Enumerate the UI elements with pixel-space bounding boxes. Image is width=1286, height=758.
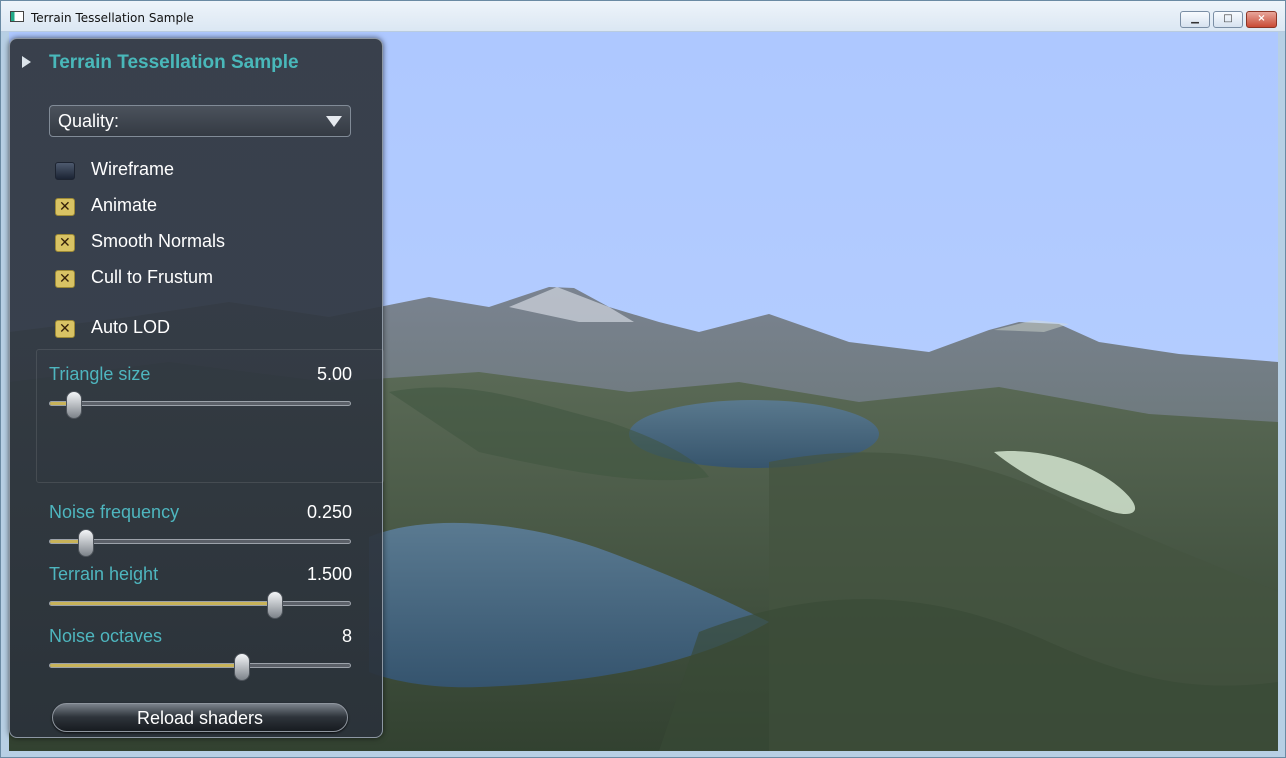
smooth-normals-label: Smooth Normals [91, 231, 226, 251]
quality-dropdown[interactable]: Quality: [49, 105, 351, 137]
terrain-height-fill [50, 602, 275, 605]
reload-shaders-button[interactable]: Reload shaders [52, 703, 348, 732]
reload-shaders-label: Reload shaders [136, 708, 264, 728]
panel-title: Terrain Tessellation Sample [49, 52, 299, 73]
settings-panel: Terrain Tessellation Sample Quality: Wir… [9, 38, 384, 738]
triangle-size-thumb[interactable] [66, 391, 82, 419]
application-icon [10, 11, 24, 22]
noise-frequency-slider[interactable] [49, 529, 351, 557]
noise-octaves-slider[interactable] [49, 653, 351, 681]
title-bar[interactable]: Terrain Tessellation Sample ▁ □ × [1, 1, 1285, 32]
triangle-size-label: Triangle size [49, 364, 151, 384]
checked-x-icon: ✕ [59, 321, 71, 337]
wireframe-checkbox[interactable] [55, 162, 75, 180]
cull-to-frustum-checkbox[interactable]: ✕ [55, 270, 75, 288]
window-title: Terrain Tessellation Sample [31, 11, 194, 25]
terrain-height-thumb[interactable] [267, 591, 283, 619]
expand-arrow-icon[interactable] [22, 56, 31, 68]
animate-checkbox[interactable]: ✕ [55, 198, 75, 216]
chevron-down-icon [326, 116, 342, 127]
auto-lod-checkbox[interactable]: ✕ [55, 320, 75, 338]
auto-lod-label: Auto LOD [91, 317, 171, 337]
terrain-height-slider[interactable] [49, 591, 351, 619]
terrain-height-label: Terrain height [49, 564, 159, 584]
smooth-normals-checkbox[interactable]: ✕ [55, 234, 75, 252]
quality-label: Quality: [58, 111, 120, 131]
triangle-size-slider[interactable] [49, 391, 351, 419]
noise-octaves-value: 8 [341, 626, 352, 646]
terrain-height-value: 1.500 [306, 564, 352, 584]
checked-x-icon: ✕ [59, 235, 71, 251]
wireframe-label: Wireframe [91, 159, 175, 179]
noise-frequency-label: Noise frequency [49, 502, 180, 522]
triangle-size-value: 5.00 [316, 364, 352, 384]
cull-to-frustum-label: Cull to Frustum [91, 267, 214, 287]
close-button[interactable]: × [1246, 11, 1277, 28]
checked-x-icon: ✕ [59, 199, 71, 215]
noise-frequency-value: 0.250 [306, 502, 352, 522]
noise-frequency-thumb[interactable] [78, 529, 94, 557]
noise-octaves-fill [50, 664, 242, 667]
noise-octaves-label: Noise octaves [49, 626, 163, 646]
maximize-button[interactable]: □ [1213, 11, 1243, 28]
animate-label: Animate [91, 195, 158, 215]
terrain-sample-window: Terrain Tessellation Sample ▁ □ × Terrai… [0, 0, 1286, 758]
noise-octaves-thumb[interactable] [234, 653, 250, 681]
checked-x-icon: ✕ [59, 271, 71, 287]
minimize-button[interactable]: ▁ [1180, 11, 1210, 28]
